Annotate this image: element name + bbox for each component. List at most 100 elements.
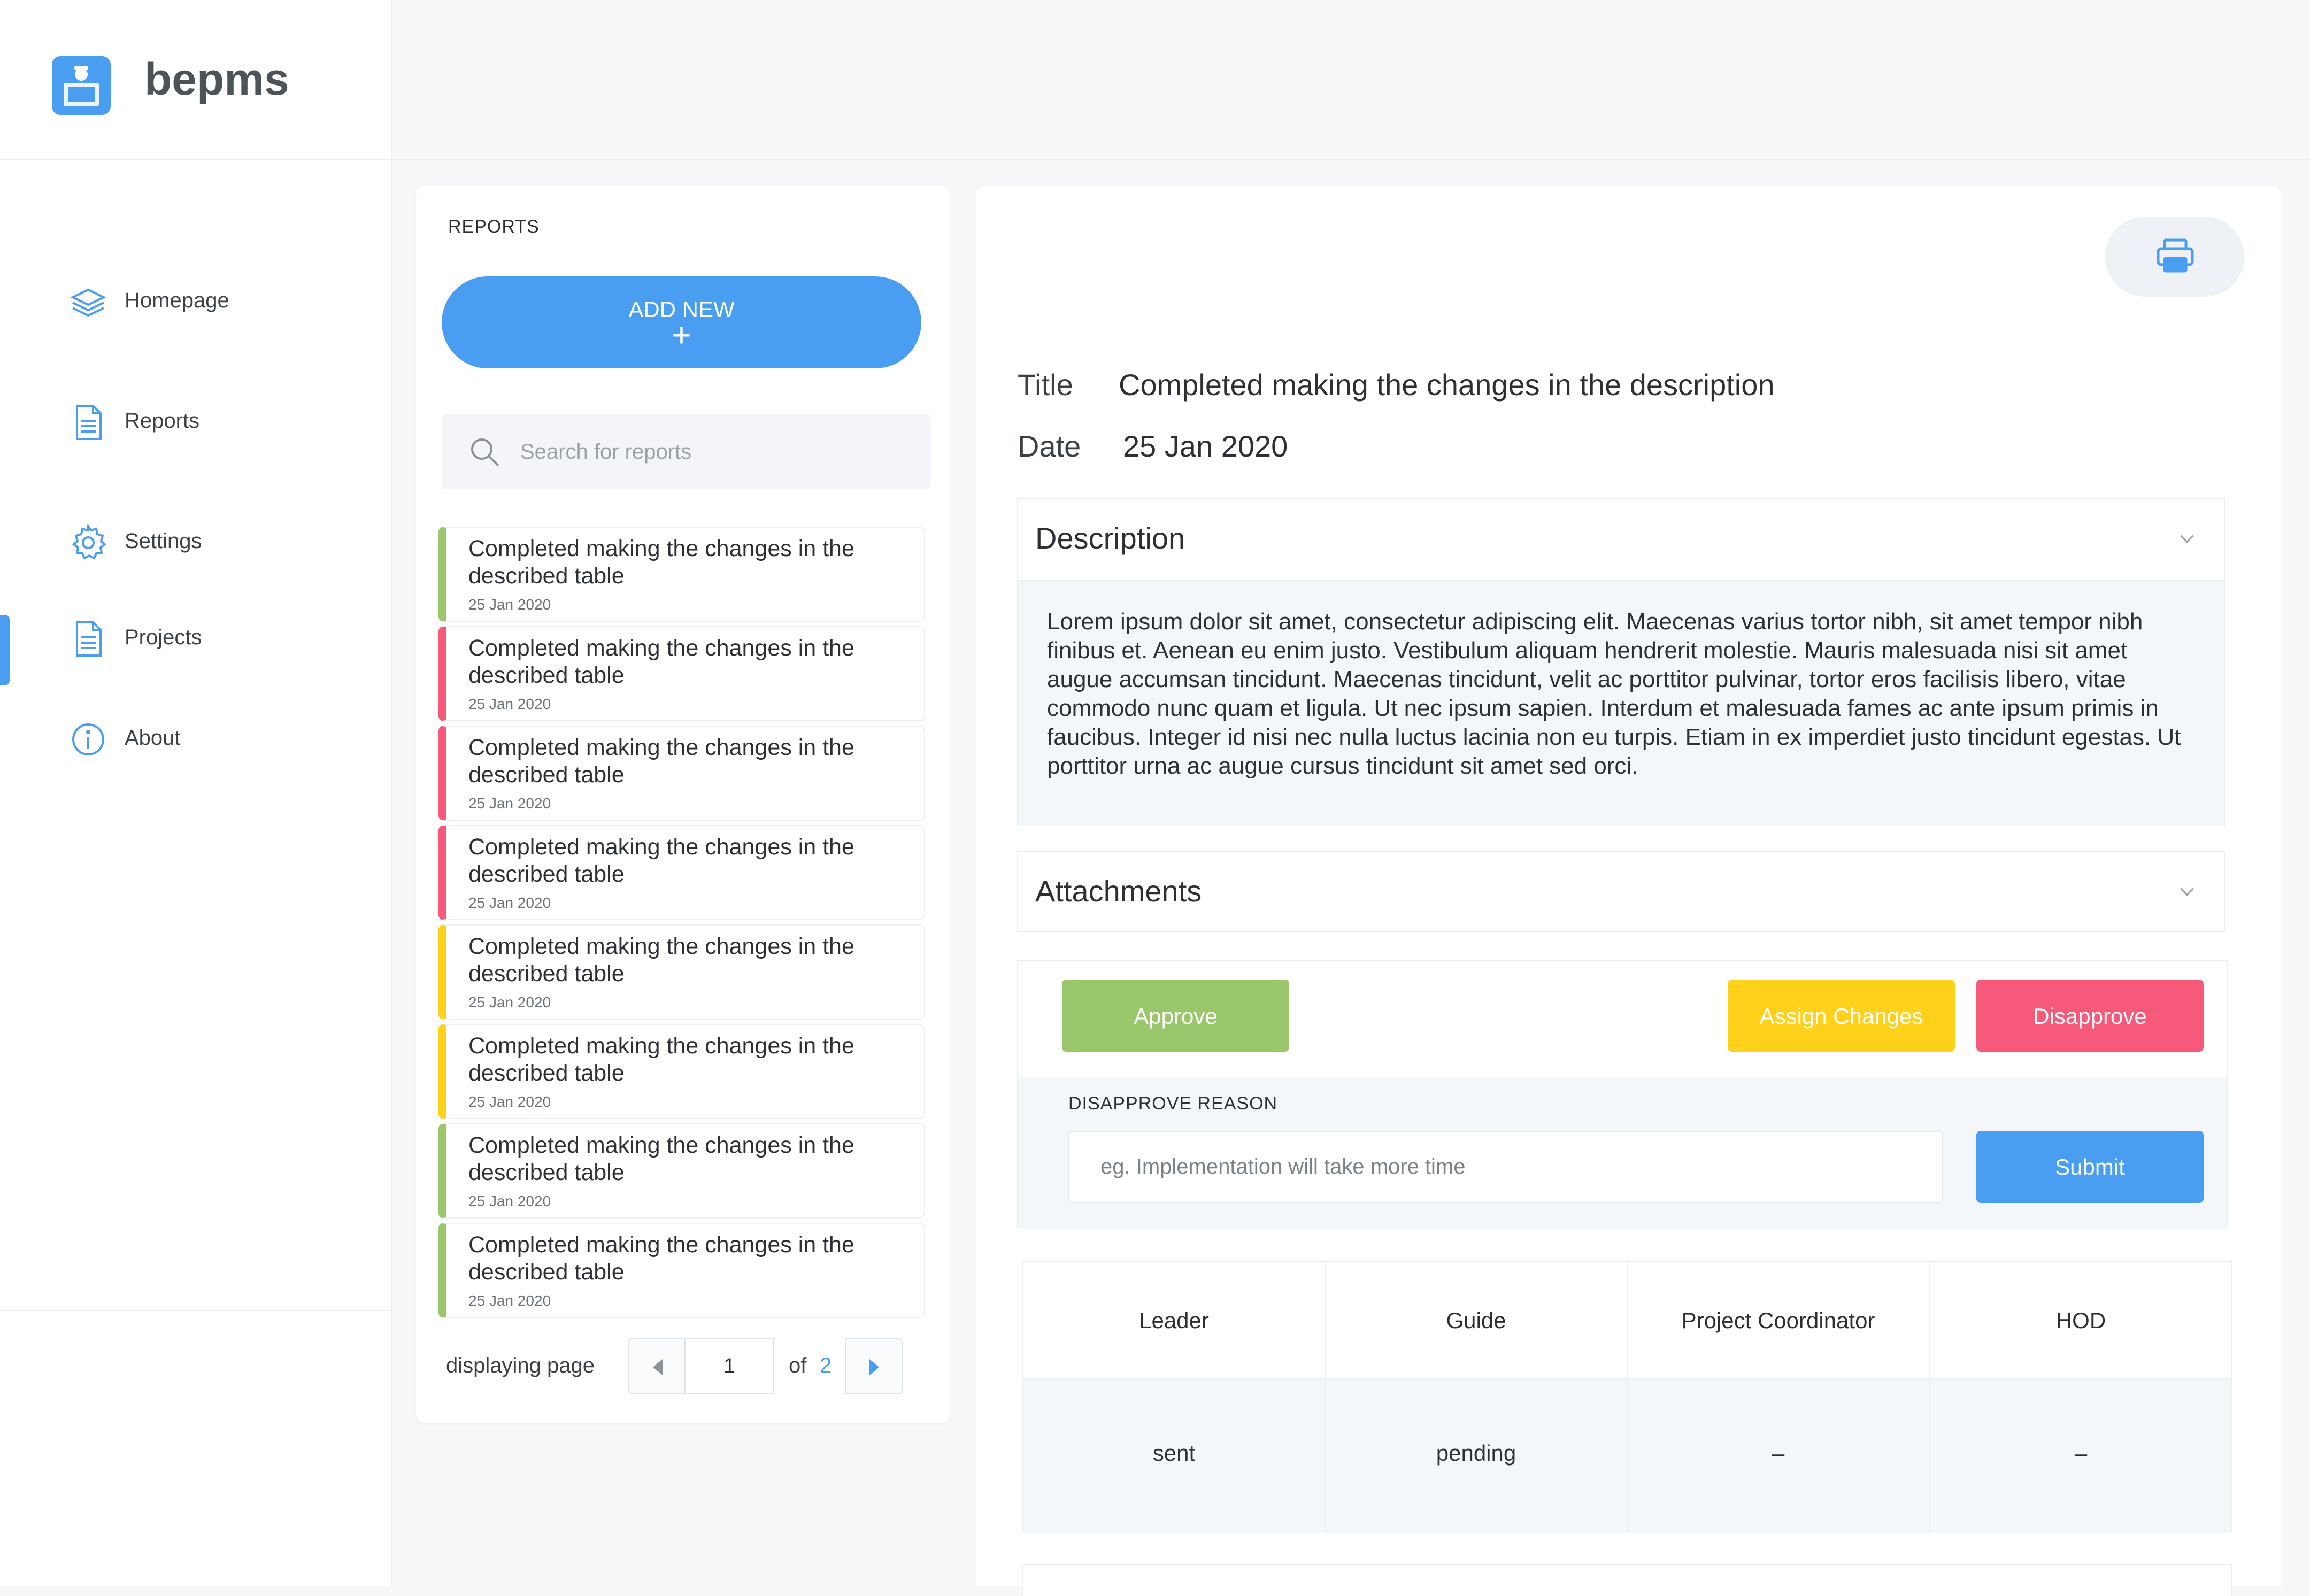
- table-cell: –: [1930, 1379, 2232, 1533]
- date-value: 25 Jan 2020: [1123, 429, 1288, 463]
- search-icon: [468, 436, 500, 468]
- header-leader: Leader: [1139, 1308, 1209, 1333]
- review-actions: Approve Assign Changes Disapprove DISAPP…: [1017, 960, 2228, 1229]
- list-item[interactable]: Completed making the changes in the desc…: [438, 1223, 925, 1318]
- divider: [0, 1310, 392, 1311]
- sidebar-item-label: Homepage: [125, 289, 229, 312]
- submit-button[interactable]: Submit: [1976, 1131, 2204, 1203]
- report-date: 25 Jan 2020: [468, 1193, 551, 1209]
- attachments-header[interactable]: Attachments: [1018, 852, 2224, 932]
- attachments-heading: Attachments: [1035, 874, 1202, 908]
- gear-icon: [70, 523, 107, 561]
- next-page-button[interactable]: [845, 1338, 903, 1394]
- approve-button[interactable]: Approve: [1062, 980, 1289, 1052]
- sidebar-item-projects[interactable]: Projects: [0, 604, 392, 668]
- chevron-down-icon: [2180, 882, 2194, 896]
- report-title: Completed making the changes in the desc…: [468, 1132, 854, 1185]
- assign-changes-button[interactable]: Assign Changes: [1728, 980, 1955, 1052]
- disapprove-reason-input[interactable]: [1068, 1131, 1943, 1203]
- header-project-coordinator: Project Coordinator: [1681, 1308, 1875, 1333]
- disapprove-button[interactable]: Disapprove: [1976, 980, 2204, 1052]
- logo-icon[interactable]: [52, 56, 111, 115]
- report-title: Completed making the changes in the desc…: [468, 536, 854, 589]
- date-label: Date: [1018, 429, 1081, 463]
- table-cell: sent: [1023, 1379, 1326, 1533]
- table-header-cell: HOD: [1930, 1262, 2232, 1378]
- layers-icon: [70, 283, 107, 321]
- report-date: 25 Jan 2020: [468, 596, 551, 613]
- report-date: 25 Jan 2020: [468, 795, 551, 812]
- sidebar-item-label: Reports: [125, 409, 200, 433]
- pager-label: displaying page: [446, 1354, 595, 1377]
- sidebar-item-about[interactable]: About: [0, 705, 392, 769]
- status-guide: pending: [1436, 1440, 1516, 1466]
- list-item[interactable]: Completed making the changes in the desc…: [438, 1123, 925, 1219]
- list-item[interactable]: Completed making the changes in the desc…: [438, 726, 925, 821]
- status-leader: sent: [1152, 1440, 1196, 1466]
- report-title: Completed making the changes in the desc…: [468, 834, 854, 887]
- report-date: 25 Jan 2020: [468, 994, 551, 1011]
- report-title: Completed making the changes in the desc…: [468, 735, 854, 788]
- print-button[interactable]: [2105, 217, 2244, 297]
- sidebar-item-label: Projects: [125, 626, 202, 649]
- pager-of-label: of: [789, 1354, 807, 1377]
- description-text: Lorem ipsum dolor sit amet, consectetur …: [1047, 608, 2181, 779]
- sidebar-item-homepage[interactable]: Homepage: [0, 267, 392, 331]
- table-header-row: Leader Guide Project Coordinator HOD: [1023, 1262, 2231, 1379]
- report-title: Completed making the changes in the desc…: [468, 934, 854, 986]
- document-icon: [70, 620, 107, 658]
- header-hod: HOD: [2055, 1308, 2106, 1333]
- report-date: 25 Jan 2020: [468, 1292, 551, 1309]
- status-hod: –: [2074, 1440, 2088, 1466]
- table-cell: –: [1628, 1379, 1930, 1533]
- list-item[interactable]: Completed making the changes in the desc…: [438, 626, 925, 721]
- chevron-right-icon: [869, 1359, 879, 1375]
- pager-total-link[interactable]: 2: [820, 1354, 831, 1378]
- report-date: 25 Jan 2020: [468, 895, 551, 911]
- header-guide: Guide: [1446, 1308, 1506, 1333]
- chevron-down-icon: [2180, 529, 2194, 543]
- sidebar: bepms Homepage Reports Settings Projects…: [0, 0, 392, 1586]
- printer-icon: [2156, 238, 2194, 274]
- table-header-cell: Project Coordinator: [1628, 1262, 1930, 1378]
- description-section: Description Lorem ipsum dolor sit amet, …: [1017, 498, 2225, 826]
- sidebar-item-label: Settings: [125, 529, 202, 553]
- attachments-section: Attachments: [1017, 851, 2225, 932]
- list-item[interactable]: Completed making the changes in the desc…: [438, 924, 925, 1020]
- disapprove-reason-label: DISAPPROVE REASON: [1068, 1093, 1278, 1114]
- disapprove-reason-area: DISAPPROVE REASON Submit: [1018, 1077, 2227, 1229]
- sidebar-item-reports[interactable]: Reports: [0, 388, 392, 452]
- report-date: 25 Jan 2020: [468, 696, 551, 712]
- search-box: [442, 414, 931, 489]
- report-title: Completed making the changes in the desc…: [468, 1033, 854, 1086]
- description-header[interactable]: Description: [1018, 499, 2224, 580]
- report-details-panel: Title Completed making the changes in th…: [976, 186, 2281, 1596]
- list-item[interactable]: Completed making the changes in the desc…: [438, 527, 925, 622]
- brand-header: bepms: [0, 0, 392, 160]
- table-header-cell: Leader: [1023, 1262, 1326, 1378]
- report-title: Completed making the changes in the desc…: [468, 635, 854, 688]
- active-indicator: [0, 615, 10, 685]
- next-section-card: [1022, 1564, 2232, 1596]
- plus-icon: +: [672, 317, 691, 354]
- sidebar-item-label: About: [125, 726, 181, 750]
- add-new-button[interactable]: ADD NEW +: [442, 276, 921, 368]
- page-number-input[interactable]: [685, 1338, 774, 1394]
- app-name: bepms: [144, 54, 289, 104]
- list-item[interactable]: Completed making the changes in the desc…: [438, 825, 925, 920]
- title-value: Completed making the changes in the desc…: [1119, 368, 1775, 402]
- top-header: [392, 0, 2310, 160]
- prev-page-button[interactable]: [628, 1338, 685, 1394]
- table-header-cell: Guide: [1326, 1262, 1628, 1378]
- list-item[interactable]: Completed making the changes in the desc…: [438, 1024, 925, 1119]
- table-row: sent pending – –: [1023, 1379, 2231, 1533]
- chevron-left-icon: [653, 1359, 663, 1375]
- info-icon: [70, 721, 107, 758]
- reports-panel: REPORTS ADD NEW + Completed making the c…: [416, 186, 950, 1423]
- sidebar-item-settings[interactable]: Settings: [0, 508, 392, 572]
- search-input[interactable]: [519, 433, 904, 471]
- approval-status-table: Leader Guide Project Coordinator HOD sen…: [1022, 1261, 2232, 1533]
- reports-title: REPORTS: [448, 217, 540, 237]
- title-label: Title: [1018, 368, 1073, 402]
- document-icon: [70, 404, 107, 441]
